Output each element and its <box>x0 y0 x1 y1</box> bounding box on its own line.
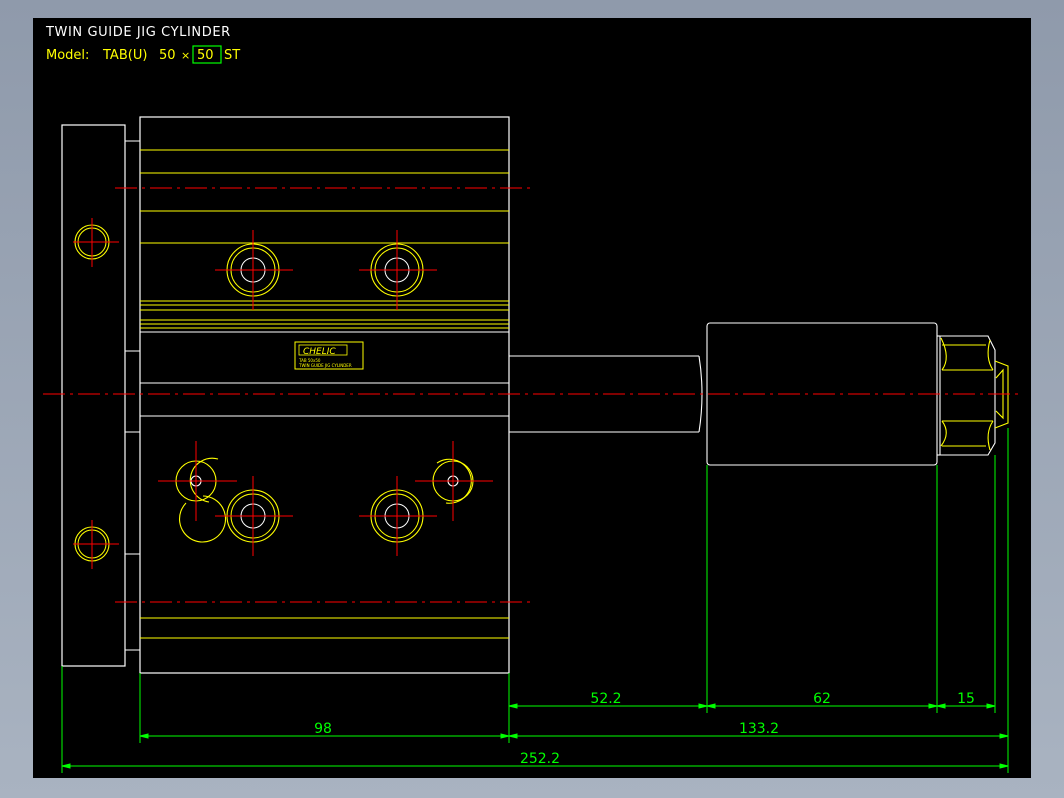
cylinder-body <box>139 116 510 674</box>
chelic-nameplate: CHELIC TAB 50x50 TWIN GUIDE JIG CYLINDER <box>294 341 364 370</box>
hex-nut <box>939 335 1009 456</box>
model-stroke: 50 <box>197 48 214 63</box>
center-lines <box>43 187 1023 603</box>
dim-body: 98 <box>314 721 332 737</box>
dim-rod-total: 133.2 <box>739 721 779 737</box>
nameplate-line2: TWIN GUIDE JIG CYLINDER <box>298 363 352 368</box>
dim-overall: 252.2 <box>520 751 560 767</box>
model-bore: 50 <box>159 48 176 63</box>
dimension-labels: 52.2 62 15 98 133.2 252.2 <box>314 691 975 767</box>
model-suffix: ST <box>224 48 240 63</box>
model-prefix: Model: <box>46 48 89 63</box>
model-times: × <box>181 49 190 62</box>
back-plate <box>61 124 141 667</box>
drawing-title: TWIN GUIDE JIG CYLINDER <box>45 25 231 40</box>
dimensions <box>61 428 1009 773</box>
bore-holes <box>74 224 474 562</box>
cad-canvas: TWIN GUIDE JIG CYLINDER Model: TAB(U) 50… <box>33 18 1031 778</box>
nameplate-brand: CHELIC <box>303 347 336 357</box>
model-series: TAB(U) <box>102 48 147 63</box>
model-line: Model: TAB(U) 50 × 50 ST <box>46 45 240 64</box>
dim-nut: 15 <box>957 691 975 707</box>
cylinder-drawing: TWIN GUIDE JIG CYLINDER Model: TAB(U) 50… <box>43 25 1023 773</box>
dim-rod-length: 52.2 <box>590 691 621 707</box>
pin-hole-left <box>175 457 227 543</box>
dim-end-block: 62 <box>813 691 831 707</box>
